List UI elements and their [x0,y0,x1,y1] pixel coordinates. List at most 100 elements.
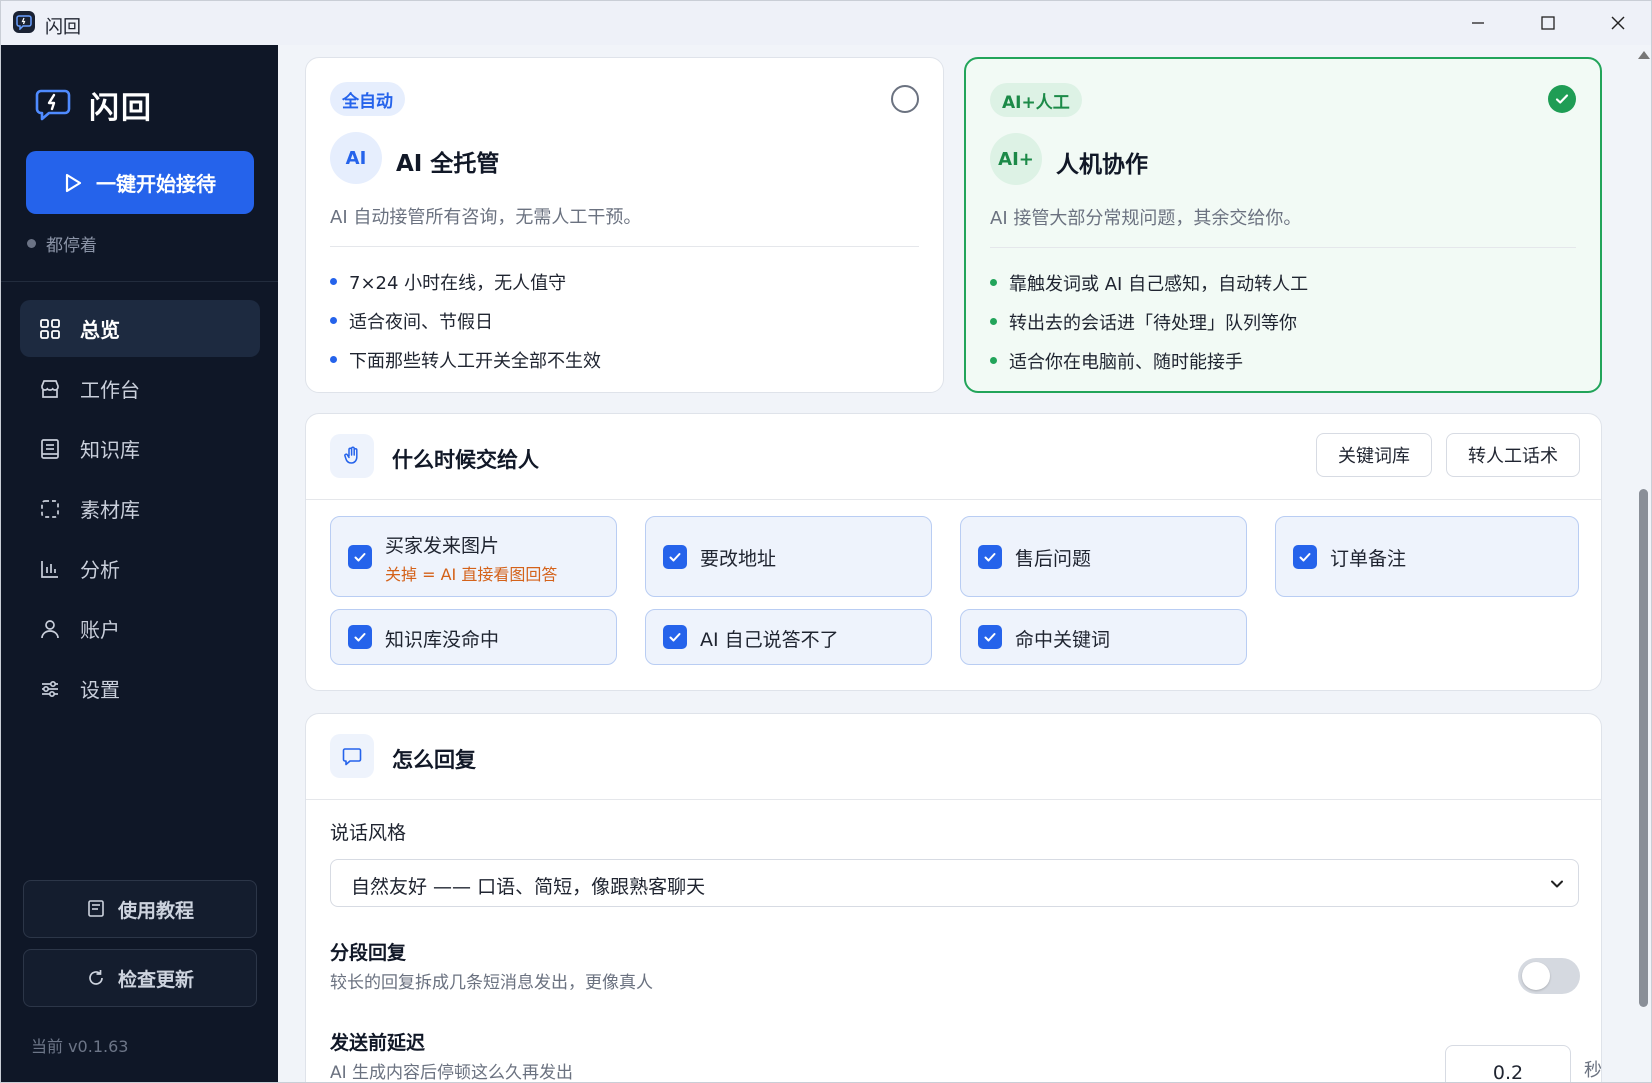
delay-title: 发送前延迟 [330,1032,426,1054]
card-title: 什么时候交给人 [392,448,539,472]
refresh-icon [89,970,103,985]
title-bar: 闪回 [1,1,1651,45]
mode-card-full-auto[interactable]: 全自动 AI AI 全托管 AI 自动接管所有咨询，无需人工干预。 7×24 小… [305,57,944,393]
sidebar-item-workbench[interactable]: 工作台 [20,360,260,417]
checkbox[interactable] [978,625,1002,649]
checkbox[interactable] [978,544,1002,569]
chat-bubble-icon [330,734,374,778]
status-dot [27,239,36,248]
mode-card-collaboration[interactable]: AI+人工 AI+ 人机协作 AI 接管大部分常规问题，其余交给你。 靠触发词或… [964,57,1602,393]
checkbox[interactable] [663,625,687,649]
point-text: 靠触发词或 AI 自己感知，自动转人工 [1009,273,1309,295]
mode-divider [990,247,1576,248]
list-item: 转出去的会话进「待处理」队列等你 [990,302,1308,341]
option-label: 要改地址 [700,548,777,570]
option-label: 买家发来图片 [385,535,500,557]
maximize-icon [1541,16,1555,30]
reception-status: 都停着 [27,231,97,256]
tutorial-button[interactable]: 使用教程 [23,880,257,938]
style-select-value: 自然友好 —— 口语、简短，像跟熟客聊天 [351,876,706,898]
mode-tag: AI+人工 [990,83,1082,117]
sidebar-item-knowledge[interactable]: 知识库 [20,420,260,477]
delay-input[interactable]: 0.2 [1445,1045,1571,1083]
play-icon [65,173,82,192]
minimize-button[interactable] [1443,1,1513,45]
check-icon [669,552,681,561]
sidebar-item-materials[interactable]: 素材库 [20,480,260,537]
status-text: 都停着 [46,236,97,256]
scroll-thumb[interactable] [1639,489,1648,1007]
segment-desc: 较长的回复拆成几条短消息发出，更像真人 [330,973,653,993]
sidebar-item-label: 知识库 [80,438,140,462]
toggle-knob [1522,962,1550,990]
checkbox[interactable] [1293,544,1317,569]
sidebar-item-analytics[interactable]: 分析 [20,540,260,597]
maximize-button[interactable] [1513,1,1583,45]
sidebar-item-label: 设置 [80,678,120,702]
handoff-option-kb-miss[interactable]: 知识库没命中 [330,609,617,665]
sidebar: 闪回 一键开始接待 都停着 总览 工作台 知识库 素材库 分析 账户 设置 使用… [1,45,278,1082]
brand-logo-icon [35,89,71,121]
checkbox[interactable] [348,544,372,569]
close-icon [1611,16,1625,30]
option-label: 订单备注 [1330,548,1407,570]
main-content: 全自动 AI AI 全托管 AI 自动接管所有咨询，无需人工干预。 7×24 小… [278,45,1634,1083]
list-item: 下面那些转人工开关全部不生效 [330,340,601,379]
sidebar-item-label: 账户 [80,618,120,642]
sliders-icon [38,677,62,701]
sidebar-item-settings[interactable]: 设置 [20,660,260,717]
sidebar-item-overview[interactable]: 总览 [20,300,260,357]
handoff-script-button[interactable]: 转人工话术 [1446,433,1580,477]
style-select[interactable]: 自然友好 —— 口语、简短，像跟熟客聊天 [330,859,1579,907]
start-reception-button[interactable]: 一键开始接待 [26,151,254,214]
hand-icon [330,434,374,478]
option-label: AI 自己说答不了 [700,629,839,651]
handoff-option-aftersale[interactable]: 售后问题 [960,516,1247,597]
list-item: 适合夜间、节假日 [330,301,601,340]
delay-value: 0.2 [1492,1062,1524,1083]
check-update-button[interactable]: 检查更新 [23,949,257,1007]
handoff-option-order-note[interactable]: 订单备注 [1275,516,1579,597]
handoff-option-image[interactable]: 买家发来图片 关掉 = AI 直接看图回答 [330,516,617,597]
point-text: 7×24 小时在线，无人值守 [349,272,567,294]
check-update-label: 检查更新 [117,968,194,991]
tutorial-label: 使用教程 [117,899,194,922]
segment-toggle[interactable] [1518,958,1580,994]
handoff-option-ai-cannot[interactable]: AI 自己说答不了 [645,609,932,665]
checkbox[interactable] [663,544,687,569]
check-icon [1299,552,1311,561]
sidebar-item-label: 工作台 [80,378,140,402]
bullet [330,356,337,363]
chevron-down-icon [1551,880,1563,888]
list-item: 适合你在电脑前、随时能接手 [990,341,1308,380]
handoff-option-keyword[interactable]: 命中关键词 [960,609,1247,665]
check-icon [984,633,996,642]
bullet [990,318,997,325]
mode-radio-checked[interactable] [1548,85,1576,113]
option-sublabel: 关掉 = AI 直接看图回答 [385,565,558,584]
list-item: 7×24 小时在线，无人值守 [330,262,601,301]
segment-title: 分段回复 [330,942,407,964]
sidebar-item-account[interactable]: 账户 [20,600,260,657]
bullet [330,317,337,324]
bar-chart-icon [38,557,62,581]
handoff-card: 什么时候交给人 关键词库 转人工话术 买家发来图片 关掉 = AI 直接看图回答… [305,413,1602,691]
mode-avatar: AI+ [990,133,1042,185]
sidebar-item-label: 总览 [80,318,120,342]
close-button[interactable] [1583,1,1651,45]
point-text: 适合夜间、节假日 [349,311,493,333]
point-text: 转出去的会话进「待处理」队列等你 [1009,312,1297,334]
scroll-up-arrow-icon[interactable] [1638,51,1650,59]
keyword-library-button[interactable]: 关键词库 [1316,433,1432,477]
version-text: 当前 v0.1.63 [31,1037,129,1056]
list-item: 靠触发词或 AI 自己感知，自动转人工 [990,263,1308,302]
point-text: 适合你在电脑前、随时能接手 [1009,351,1243,373]
mode-radio[interactable] [891,85,919,113]
store-icon [38,377,62,401]
mode-desc: AI 自动接管所有咨询，无需人工干预。 [330,207,642,228]
grid-icon [38,317,62,341]
start-reception-label: 一键开始接待 [96,172,216,196]
checkbox[interactable] [348,625,372,649]
scrollbar[interactable] [1634,45,1651,1082]
handoff-option-address[interactable]: 要改地址 [645,516,932,597]
